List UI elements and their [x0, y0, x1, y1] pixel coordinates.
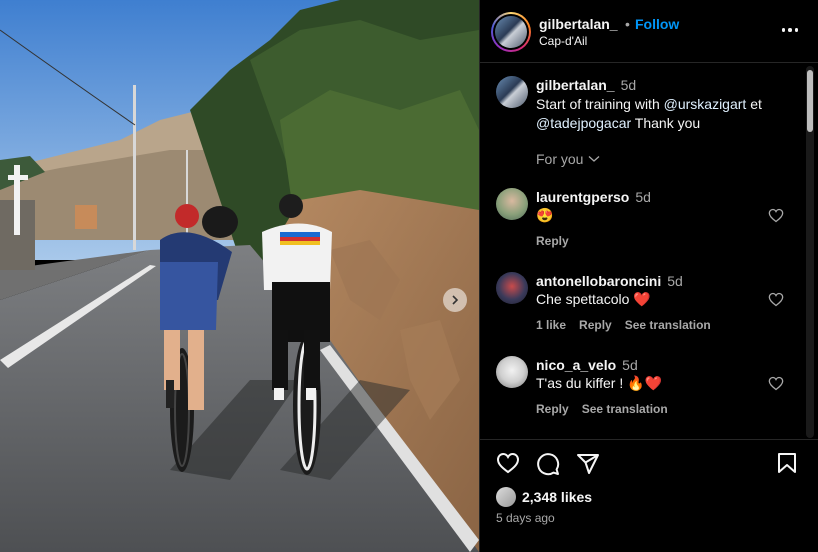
comment-item: nico_a_velo 5d T'as du kiffer ! 🔥❤️ Reply… [480, 356, 818, 426]
caption-author-avatar[interactable] [496, 76, 528, 108]
comment-text: T'as du kiffer ! 🔥❤️ [536, 375, 662, 391]
comments-list[interactable]: gilbertalan_ 5d Start of training with @u… [480, 64, 818, 440]
bookmark-icon[interactable] [777, 452, 797, 474]
comment-item: laurentgperso 5d 😍 Reply [480, 188, 818, 258]
more-horizontal-icon[interactable] [781, 28, 798, 32]
comment-time: 5d [622, 357, 638, 373]
post-photo [0, 0, 479, 552]
comment-text: 😍 [536, 207, 554, 223]
heart-icon[interactable] [768, 376, 784, 391]
comment-actions: Reply See translation [536, 402, 668, 416]
comment-bubble-icon[interactable] [536, 452, 560, 476]
caption-time: 5d [620, 77, 637, 93]
paper-plane-icon[interactable] [576, 452, 600, 476]
caption-text-start: Start of training with [536, 96, 664, 112]
separator-dot: • [625, 16, 630, 32]
likes-summary[interactable]: 2,348 likes [496, 487, 592, 507]
chevron-down-icon [589, 156, 600, 162]
caption-text-end: Thank you [631, 115, 701, 131]
comment-sort-dropdown[interactable]: For you [536, 151, 600, 167]
caption-username[interactable]: gilbertalan_ [536, 77, 615, 93]
post-header: gilbertalan_ • Follow Cap-d'Ail [480, 0, 818, 63]
post-actions-bar [480, 452, 818, 482]
comment-text: Che spettacolo ❤️ [536, 291, 651, 307]
heart-icon[interactable] [768, 208, 784, 223]
follow-button[interactable]: Follow [635, 16, 679, 32]
comment-item: antonellobaroncini 5d Che spettacolo ❤️ 1… [480, 272, 818, 342]
post-date: 5 days ago [496, 511, 555, 525]
likes-count-link[interactable]: 1 like [536, 318, 566, 332]
reply-button[interactable]: Reply [536, 402, 569, 416]
commenter-avatar[interactable] [496, 188, 528, 220]
commenter-avatar[interactable] [496, 356, 528, 388]
cycling-photo [0, 0, 479, 552]
comment-actions: 1 like Reply See translation [536, 318, 711, 332]
comment-time: 5d [667, 273, 683, 289]
comment-body: antonellobaroncini 5d Che spettacolo ❤️ [536, 272, 756, 308]
comment-time: 5d [635, 189, 651, 205]
comment-username[interactable]: laurentgperso [536, 189, 629, 205]
heart-icon[interactable] [768, 292, 784, 307]
see-translation-button[interactable]: See translation [625, 318, 711, 332]
for-you-label: For you [536, 151, 584, 167]
comments-scrollbar-thumb[interactable] [807, 70, 813, 132]
post-side-panel: gilbertalan_ • Follow Cap-d'Ail gilberta… [479, 0, 818, 552]
author-avatar[interactable] [491, 12, 531, 52]
post-location[interactable]: Cap-d'Ail [539, 34, 587, 48]
post-caption: gilbertalan_ 5d Start of training with @u… [536, 76, 786, 133]
see-translation-button[interactable]: See translation [582, 402, 668, 416]
chevron-right-icon [452, 295, 459, 305]
heart-icon[interactable] [496, 452, 520, 474]
comment-actions: Reply [536, 234, 569, 248]
next-image-button[interactable] [443, 288, 467, 312]
reply-button[interactable]: Reply [536, 234, 569, 248]
caption-text-mid: et [746, 96, 762, 112]
reply-button[interactable]: Reply [579, 318, 612, 332]
comment-body: laurentgperso 5d 😍 [536, 188, 756, 224]
liker-avatar [496, 487, 516, 507]
commenter-avatar[interactable] [496, 272, 528, 304]
mention-tadejpogacar[interactable]: @tadejpogacar [536, 115, 631, 131]
mention-urskazigart[interactable]: @urskazigart [664, 96, 747, 112]
comment-body: nico_a_velo 5d T'as du kiffer ! 🔥❤️ [536, 356, 756, 392]
likes-count[interactable]: 2,348 likes [522, 489, 592, 505]
comment-username[interactable]: antonellobaroncini [536, 273, 661, 289]
author-username[interactable]: gilbertalan_ [539, 16, 618, 32]
comment-username[interactable]: nico_a_velo [536, 357, 616, 373]
